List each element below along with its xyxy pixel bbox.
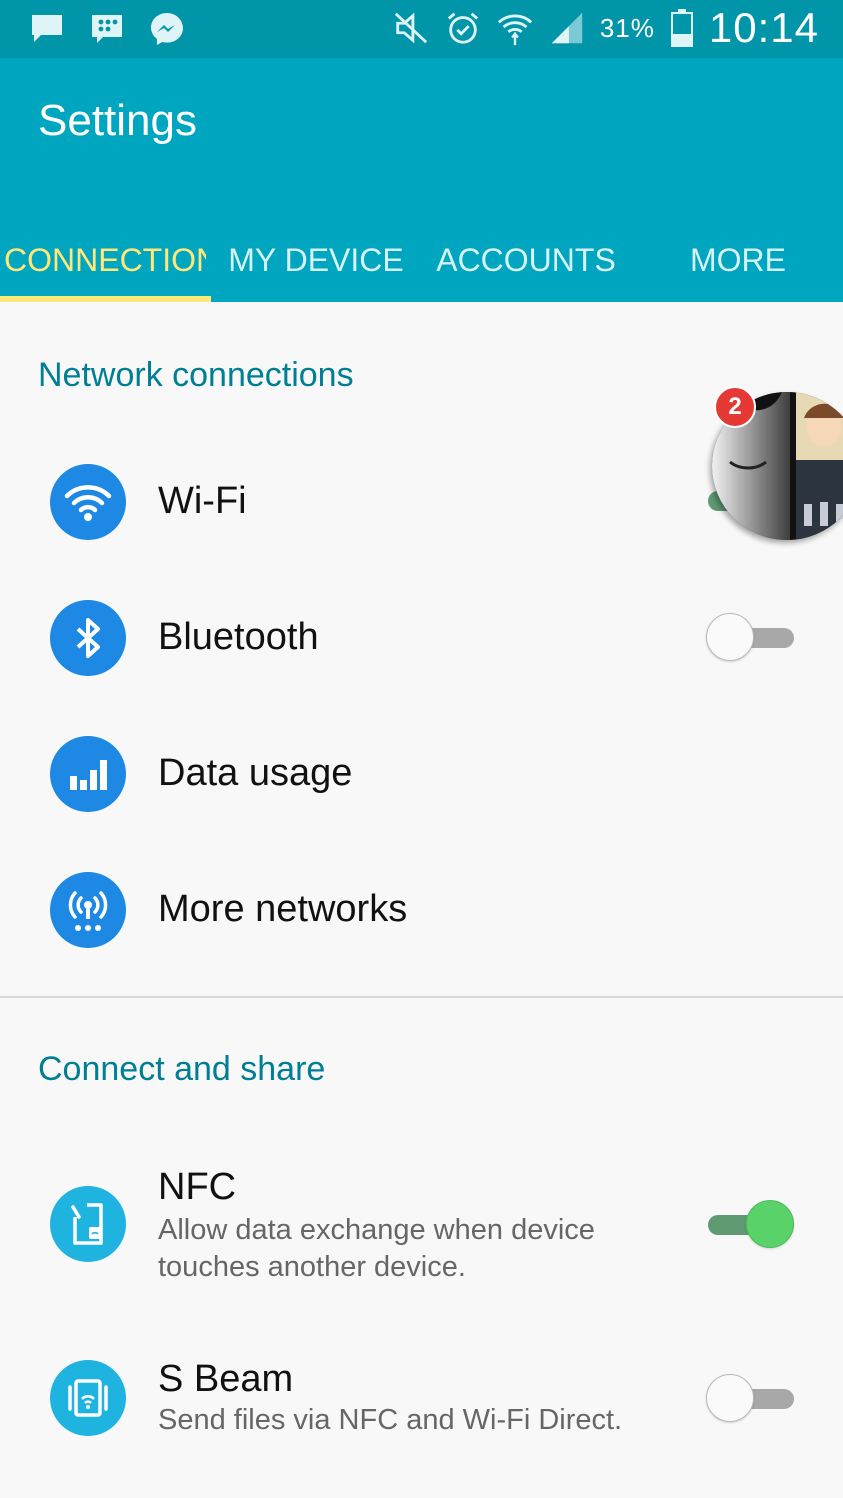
settings-row-title: More networks: [158, 888, 408, 930]
section-divider: [0, 996, 843, 998]
s-beam-icon: [50, 1360, 126, 1436]
settings-row-title: NFC: [158, 1166, 237, 1208]
wifi-icon: [496, 9, 534, 47]
tab-bar: CONNECTIONS MY DEVICE ACCOUNTS MORE: [0, 218, 843, 302]
messenger-icon: [148, 10, 186, 48]
toggle-knob: [706, 613, 754, 661]
mute-icon: [392, 9, 430, 47]
tab-my-device[interactable]: MY DEVICE: [222, 218, 410, 302]
settings-row-s-beam[interactable]: S Beam Send files via NFC and Wi-Fi Dire…: [0, 1330, 843, 1480]
tab-connections[interactable]: CONNECTIONS: [4, 218, 206, 302]
toggle-knob: [706, 1374, 754, 1422]
settings-row-title: Wi-Fi: [158, 480, 247, 522]
page-title: Settings: [38, 96, 197, 145]
tab-accounts[interactable]: ACCOUNTS: [430, 218, 622, 302]
battery-icon: [669, 9, 695, 47]
clock: 10:14: [708, 4, 819, 51]
settings-row-more-networks[interactable]: More networks: [0, 842, 843, 976]
signal-icon: [548, 9, 586, 47]
data-usage-icon: [50, 736, 126, 812]
settings-row-bluetooth[interactable]: Bluetooth: [0, 570, 843, 704]
alarm-icon: [444, 9, 482, 47]
more-networks-icon: [50, 872, 126, 948]
settings-row-nfc[interactable]: NFC Allow data exchange when device touc…: [0, 1150, 843, 1300]
battery-percent: 31%: [599, 12, 655, 43]
bbm-icon: [88, 10, 126, 48]
settings-row-title: Bluetooth: [158, 616, 319, 658]
bluetooth-icon: [50, 600, 126, 676]
s-beam-toggle[interactable]: [704, 1374, 796, 1424]
wifi-icon: [50, 464, 126, 540]
nfc-toggle[interactable]: [704, 1200, 796, 1250]
section-header-network-connections: Network connections: [38, 356, 354, 394]
settings-row-title: S Beam: [158, 1358, 294, 1400]
app-bar: Settings CONNECTIONS MY DEVICE ACCOUNTS …: [0, 58, 843, 302]
settings-row-title: Data usage: [158, 752, 353, 794]
settings-row-subtitle: Allow data exchange when device touches …: [158, 1214, 595, 1283]
toggle-knob: [746, 1200, 794, 1248]
section-header-connect-and-share: Connect and share: [38, 1050, 326, 1088]
status-bar: 31% 10:14: [0, 0, 843, 58]
message-icon: [28, 10, 66, 48]
nfc-icon: [50, 1186, 126, 1262]
active-tab-indicator: [0, 296, 211, 302]
bluetooth-toggle[interactable]: [704, 613, 796, 663]
settings-row-data-usage[interactable]: Data usage: [0, 706, 843, 840]
notification-badge: 2: [714, 386, 756, 428]
tab-more[interactable]: MORE: [642, 218, 834, 302]
settings-row-subtitle: Send files via NFC and Wi-Fi Direct.: [158, 1404, 623, 1436]
